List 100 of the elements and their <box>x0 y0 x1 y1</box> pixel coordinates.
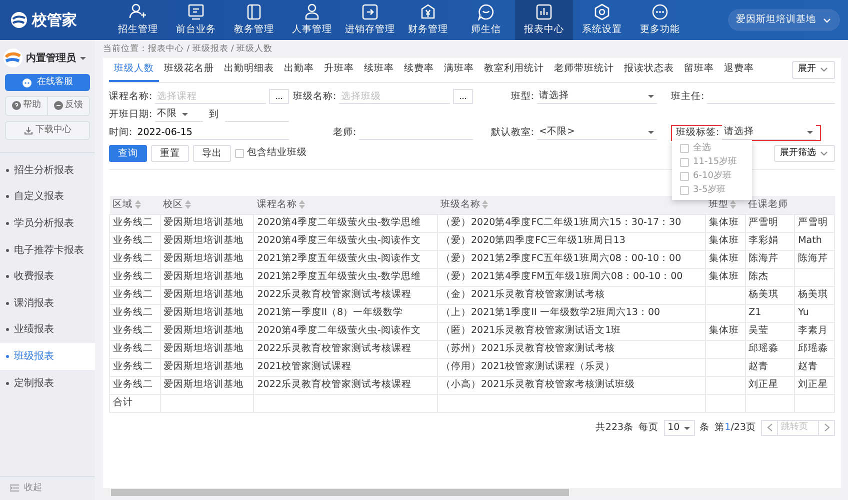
report-tab[interactable]: 满班率 <box>439 57 479 82</box>
nav-item[interactable]: 更多功能 <box>631 0 689 40</box>
table-cell: 2021校管家测试课程 <box>254 358 438 376</box>
field-label: 默认教室: <box>490 126 534 140</box>
table-cell: 爱因斯坦培训基地 <box>160 268 254 286</box>
column-header[interactable]: 区域 <box>110 196 160 214</box>
sidebar-item[interactable]: 招生分析报表 <box>0 157 95 184</box>
expand-button[interactable]: 展开 <box>792 61 835 78</box>
chevron-left-icon <box>766 423 772 432</box>
table-cell: 集体班 <box>705 214 746 232</box>
horizontal-scrollbar[interactable] <box>103 488 841 497</box>
table-cell: （爱）2021第4季度FM五年级1班周六08：00-10：00 <box>437 268 706 286</box>
report-tab[interactable]: 教室利用统计 <box>479 57 549 82</box>
dropdown-caret-icon[interactable] <box>79 54 87 62</box>
sidebar-item[interactable]: 业绩报表 <box>0 316 95 344</box>
table-cell: 爱因斯坦培训基地 <box>160 376 254 394</box>
table-cell: （小高）2021乐灵教育校管家考核测试班级 <box>437 376 706 394</box>
picker-button[interactable]: ... <box>269 89 289 104</box>
previous-page-button[interactable] <box>761 420 778 436</box>
nav-item[interactable]: 进销存管理 <box>341 0 399 40</box>
school-selector[interactable]: 爱因斯坦培训基地 <box>728 8 840 32</box>
scrollbar-thumb[interactable] <box>111 489 569 496</box>
report-tab[interactable]: 班级花名册 <box>159 57 219 82</box>
classroom-select[interactable]: <不限> <box>537 125 657 140</box>
feedback-button[interactable]: 反馈 <box>47 97 89 114</box>
chevron-down-icon <box>819 149 829 158</box>
table-cell: 2021第2季度五年级萤火虫-阅读作文 <box>254 250 438 268</box>
report-tab[interactable]: 出勤率 <box>279 57 319 82</box>
next-page-button[interactable] <box>818 420 835 436</box>
column-header[interactable]: 课程名称 <box>254 196 438 214</box>
report-tab[interactable]: 报读状态表 <box>619 57 679 82</box>
table-cell: 邱瑶淼 <box>794 340 834 358</box>
page-size-select[interactable]: 10 <box>664 420 695 436</box>
search-button[interactable]: 查询 <box>109 145 147 162</box>
field-label: 班主任: <box>671 90 704 104</box>
collapse-menu-icon <box>10 484 19 492</box>
picker-button[interactable]: ... <box>453 89 473 104</box>
nav-item[interactable]: 教务管理 <box>225 0 283 40</box>
nav-item[interactable]: 财务管理 <box>399 0 457 40</box>
download-center-button[interactable]: 下载中心 <box>5 120 90 140</box>
date-field[interactable]: 2022-06-15 <box>135 125 289 140</box>
total-count: 共223条 <box>595 420 634 435</box>
report-tab[interactable]: 续费率 <box>399 57 439 82</box>
table-cell: 刘正星 <box>794 376 834 394</box>
report-tab[interactable]: 续班率 <box>359 57 399 82</box>
report-tab[interactable]: 升班率 <box>319 57 359 82</box>
yen-shield-icon <box>419 2 437 21</box>
class-tag-select[interactable]: 请选择 <box>722 125 816 140</box>
online-service-button[interactable]: 在线客服 <box>5 74 90 91</box>
report-tab[interactable]: 退费率 <box>719 57 759 82</box>
include-finished-checkbox[interactable]: 包含结业班级 <box>235 146 307 161</box>
table-cell: 业务线二 <box>110 322 160 340</box>
open-date-select[interactable]: 不限 <box>155 107 204 122</box>
table-cell: 邱瑶淼 <box>745 340 795 358</box>
to-label: 到 <box>209 108 220 122</box>
report-tab[interactable]: 出勤明细表 <box>219 57 279 82</box>
sidebar-item[interactable]: 自定义报表 <box>0 184 95 210</box>
sidebar-item[interactable]: 收费报表 <box>0 263 95 290</box>
sidebar-item[interactable]: 电子推荐卡报表 <box>0 236 95 264</box>
help-button[interactable]: 帮助 <box>6 97 47 114</box>
sidebar-item[interactable]: 班级报表 <box>0 343 95 370</box>
table-cell: （匿）2021乐灵教育校管家测试语文1班 <box>437 322 706 340</box>
table-cell: 集体班 <box>705 268 746 286</box>
table-cell: 赵青 <box>794 358 834 376</box>
column-header[interactable]: 班级名称 <box>437 196 706 214</box>
jump-page-field[interactable]: 跳转页 <box>778 420 818 436</box>
nav-item[interactable]: 人事管理 <box>283 0 341 40</box>
sidebar-item[interactable]: 课消报表 <box>0 290 95 317</box>
field-label: 班级名称: <box>293 90 336 104</box>
action-button[interactable]: 重置 <box>151 145 189 162</box>
breadcrumb: 当前位置：报表中心 / 班级报表 / 班级人数 <box>103 42 274 56</box>
nav-item[interactable]: 招生管理 <box>109 0 167 40</box>
report-tab[interactable]: 班级人数 <box>109 57 159 82</box>
table-cell: 爱因斯坦培训基地 <box>160 286 254 304</box>
table-cell: 陈杰 <box>745 268 795 286</box>
course-field[interactable]: 选择课程 <box>155 89 266 104</box>
table-cell: 集体班 <box>705 232 746 250</box>
nav-item[interactable]: 前台业务 <box>167 0 225 40</box>
caret-down-icon <box>181 110 190 118</box>
report-tab[interactable]: 老师带班统计 <box>549 57 619 82</box>
nav-item[interactable]: 师生信 <box>457 0 515 40</box>
sidebar-item[interactable]: 学员分析报表 <box>0 210 95 237</box>
action-button[interactable]: 导出 <box>193 145 231 162</box>
chat-bubble-icon <box>477 2 495 21</box>
table-cell: 业务线二 <box>110 250 160 268</box>
sidebar-item[interactable]: 定制报表 <box>0 370 95 396</box>
class-type-select[interactable]: 请选择 <box>537 89 657 104</box>
user-name[interactable]: 内置管理员 <box>26 50 76 66</box>
class-name-field[interactable]: 选择班级 <box>339 89 450 104</box>
arrow-box-icon <box>361 2 379 21</box>
avatar-logo-icon <box>3 48 23 68</box>
nav-item[interactable]: 报表中心 <box>515 0 573 40</box>
chevron-down-icon <box>822 16 832 24</box>
report-tab[interactable]: 留班率 <box>679 57 719 82</box>
nav-item[interactable]: 系统设置 <box>573 0 631 40</box>
more-icon <box>651 2 669 21</box>
chart-icon <box>535 2 553 21</box>
expand-filter-button[interactable]: 展开筛选 <box>774 144 835 162</box>
column-header[interactable]: 校区 <box>160 196 254 214</box>
table-cell: 业务线二 <box>110 304 160 322</box>
